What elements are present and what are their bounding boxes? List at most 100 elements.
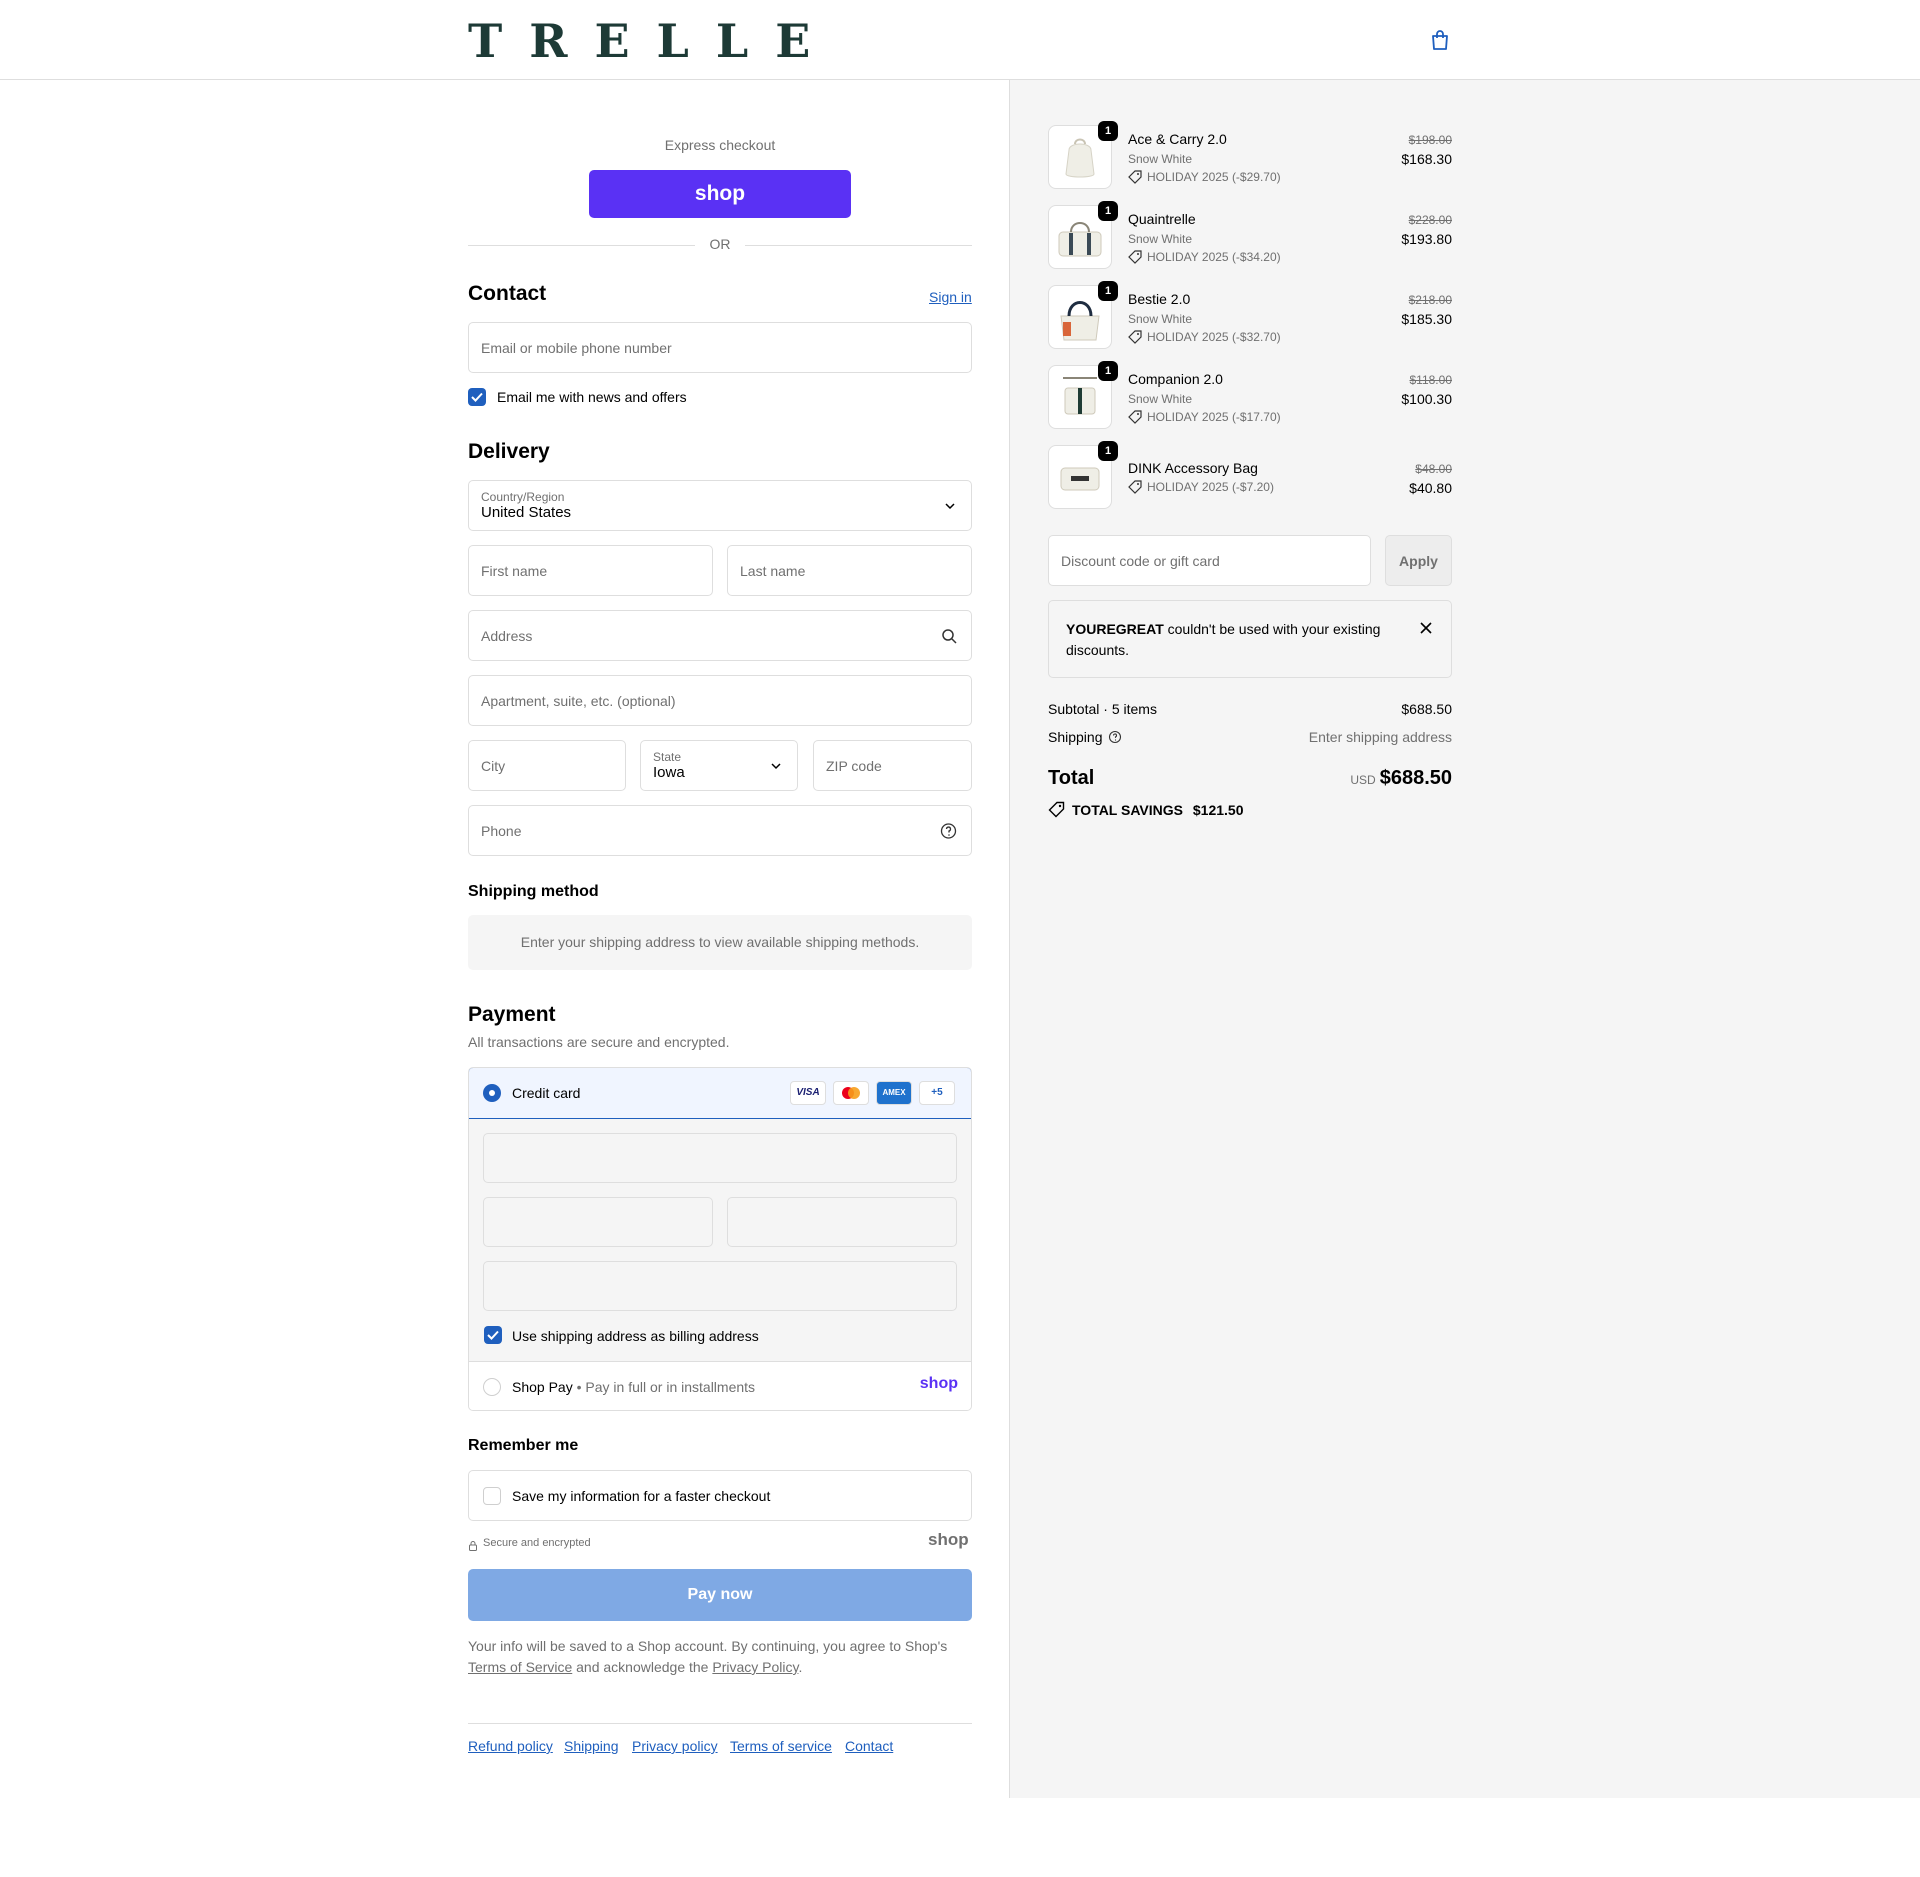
product-name: DINK Accessory Bag	[1128, 460, 1258, 476]
notice-code: YOUREGREAT	[1066, 621, 1164, 637]
chevron-down-icon	[771, 762, 781, 769]
city-field[interactable]: City	[468, 740, 626, 791]
legal-text: Your info will be saved to a Shop accoun…	[468, 1636, 972, 1678]
zip-field[interactable]: ZIP code	[813, 740, 972, 791]
credit-card-option[interactable]: Credit card VISA AMEX +5	[469, 1068, 971, 1119]
shop-pay-option[interactable]: Shop Pay • Pay in full or in installment…	[469, 1361, 971, 1410]
contact-heading: Contact	[468, 282, 547, 305]
first-name-field[interactable]: First name	[468, 545, 713, 596]
apply-button[interactable]: Apply	[1385, 535, 1452, 586]
quantity-badge: 1	[1098, 441, 1118, 461]
remember-heading: Remember me	[468, 1437, 579, 1454]
currency-code: USD	[1350, 773, 1376, 787]
save-info-label: Save my information for a faster checkou…	[512, 1488, 771, 1504]
card-name-field[interactable]	[483, 1261, 957, 1311]
shipping-label: Shipping	[1048, 729, 1103, 745]
terms-link[interactable]: Terms of Service	[468, 1659, 572, 1675]
footer-link-shipping[interactable]: Shipping	[564, 1738, 619, 1754]
product-variant: Snow White	[1128, 152, 1193, 166]
payment-heading: Payment	[468, 1003, 556, 1026]
divider-left	[468, 245, 695, 246]
shop-pay-express-button[interactable]: shop	[589, 170, 851, 218]
sign-in-link[interactable]: Sign in	[929, 289, 972, 305]
product-variant: Snow White	[1128, 312, 1193, 326]
product-variant: Snow White	[1128, 232, 1193, 246]
quantity-badge: 1	[1098, 281, 1118, 301]
save-info-checkbox[interactable]	[483, 1487, 501, 1505]
lock-icon	[469, 1538, 477, 1551]
divider-right	[745, 245, 972, 246]
notice-text: YOUREGREAT couldn't be used with your ex…	[1066, 619, 1386, 661]
total-amount: USD $688.50	[1350, 767, 1452, 790]
news-checkbox[interactable]	[468, 388, 486, 406]
footer-link-privacy[interactable]: Privacy policy	[632, 1738, 718, 1754]
help-icon[interactable]	[1108, 730, 1122, 744]
discount-code-placeholder: Discount code or gift card	[1061, 552, 1220, 569]
phone-field[interactable]: Phone	[468, 805, 972, 856]
help-icon	[940, 822, 957, 839]
shop-pay-logo: shop	[919, 1375, 958, 1392]
state-select[interactable]: State Iowa	[640, 740, 798, 791]
product-name: Companion 2.0	[1128, 371, 1223, 387]
original-price: $48.00	[1415, 462, 1452, 476]
pay-now-button[interactable]: Pay now	[468, 1569, 972, 1621]
product-name: Ace & Carry 2.0	[1128, 131, 1227, 147]
billing-checkbox[interactable]	[484, 1326, 502, 1344]
order-summary-content: 1 Ace & Carry 2.0 Snow White HOLIDAY 202…	[1048, 0, 1452, 1877]
savings-label: TOTAL SAVINGS	[1072, 802, 1183, 818]
country-select[interactable]: Country/Region United States	[468, 480, 972, 531]
subtotal-value: $688.50	[1401, 701, 1452, 717]
shop-pay-radio[interactable]	[483, 1378, 501, 1396]
cart-item: 1 Companion 2.0 Snow White HOLIDAY 2025 …	[1048, 361, 1453, 431]
visa-icon: VISA	[790, 1081, 826, 1105]
product-discount: HOLIDAY 2025 (-$7.20)	[1147, 480, 1274, 494]
brand-logo[interactable]: TRELLE	[468, 15, 837, 67]
first-name-placeholder: First name	[481, 562, 548, 579]
site-header: TRELLE	[0, 0, 1920, 80]
shop-logo: shop	[694, 182, 746, 205]
last-name-field[interactable]: Last name	[727, 545, 972, 596]
shipping-method-heading: Shipping method	[468, 883, 599, 900]
discounted-price: $193.80	[1401, 231, 1452, 247]
address-field[interactable]: Address	[468, 610, 972, 661]
shop-pay-label: Shop Pay	[512, 1379, 573, 1395]
shop-pay-subtitle: Pay in full or in installments	[585, 1379, 756, 1395]
remember-option[interactable]: Save my information for a faster checkou…	[468, 1470, 972, 1521]
footer-link-refund[interactable]: Refund policy	[468, 1738, 553, 1754]
phone-placeholder: Phone	[481, 822, 522, 839]
apartment-field[interactable]: Apartment, suite, etc. (optional)	[468, 675, 972, 726]
product-name: Bestie 2.0	[1128, 291, 1191, 307]
total-savings: TOTAL SAVINGS $121.50	[1072, 802, 1243, 818]
product-discount: HOLIDAY 2025 (-$29.70)	[1147, 170, 1281, 184]
product-discount: HOLIDAY 2025 (-$32.70)	[1147, 330, 1281, 344]
cart-item: 1 DINK Accessory Bag HOLIDAY 2025 (-$7.2…	[1048, 441, 1452, 511]
original-price: $118.00	[1409, 373, 1453, 387]
product-name: Quaintrelle	[1128, 211, 1196, 227]
express-checkout-label: Express checkout	[664, 137, 776, 153]
cart-item: 1 Ace & Carry 2.0 Snow White HOLIDAY 202…	[1048, 121, 1452, 191]
privacy-link[interactable]: Privacy Policy	[712, 1659, 798, 1675]
last-name-placeholder: Last name	[740, 562, 806, 579]
close-icon[interactable]	[1419, 621, 1433, 635]
total-label: Total	[1048, 767, 1095, 789]
savings-value: $121.50	[1192, 802, 1244, 818]
email-field[interactable]: Email or mobile phone number	[468, 322, 972, 373]
chevron-down-icon	[945, 502, 955, 509]
shipping-method-notice: Enter your shipping address to view avai…	[468, 915, 972, 970]
check-icon	[471, 392, 483, 402]
mastercard-icon	[833, 1081, 869, 1105]
state-label: State	[653, 750, 682, 764]
card-number-field[interactable]	[483, 1133, 957, 1183]
discount-code-field[interactable]: Discount code or gift card	[1048, 535, 1371, 586]
legal-text-1: Your info will be saved to a Shop accoun…	[468, 1638, 948, 1654]
legal-text-2: and acknowledge the	[576, 1659, 709, 1675]
card-expiry-field[interactable]	[483, 1197, 713, 1247]
original-price: $218.00	[1408, 293, 1452, 307]
footer-link-terms[interactable]: Terms of service	[730, 1738, 832, 1754]
address-placeholder: Address	[481, 627, 533, 644]
cart-item: 1 Bestie 2.0 Snow White HOLIDAY 2025 (-$…	[1048, 281, 1452, 351]
credit-card-radio[interactable]	[483, 1084, 501, 1102]
footer-link-contact[interactable]: Contact	[845, 1738, 893, 1754]
shipping-value: Enter shipping address	[1308, 729, 1452, 745]
card-cvv-field[interactable]	[727, 1197, 957, 1247]
